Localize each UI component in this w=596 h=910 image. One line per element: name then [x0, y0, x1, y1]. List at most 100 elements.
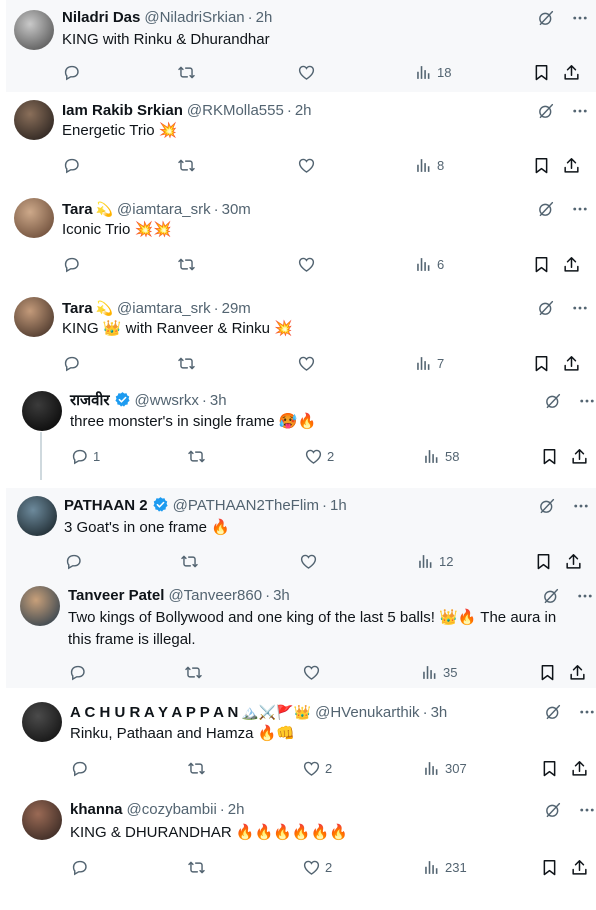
retweet-button[interactable] — [187, 446, 206, 466]
grok-icon[interactable] — [536, 298, 556, 318]
avatar[interactable] — [17, 496, 57, 536]
retweet-button[interactable] — [177, 254, 196, 274]
reply-button[interactable] — [62, 353, 81, 373]
more-icon[interactable] — [570, 8, 590, 28]
timestamp[interactable]: 1h — [330, 497, 347, 514]
share-button[interactable] — [562, 155, 581, 175]
reply-button[interactable] — [70, 758, 89, 778]
avatar[interactable] — [20, 586, 60, 626]
share-button[interactable] — [562, 62, 581, 82]
retweet-button[interactable] — [177, 353, 196, 373]
like-button[interactable] — [297, 62, 316, 82]
user-handle[interactable]: @cozybambii — [127, 801, 217, 818]
like-button[interactable] — [297, 155, 316, 175]
grok-icon[interactable] — [541, 586, 561, 606]
reply-button[interactable]: 1 — [70, 446, 100, 466]
views-button[interactable]: 231 — [422, 857, 467, 877]
bookmark-button[interactable] — [532, 155, 551, 175]
views-button[interactable]: 6 — [414, 254, 444, 274]
timestamp[interactable]: 2h — [295, 102, 312, 119]
share-button[interactable] — [562, 353, 581, 373]
display-name[interactable]: A C H U R A Y A P P A N — [70, 704, 238, 721]
user-handle[interactable]: @NiladriSrkian — [144, 9, 244, 26]
views-button[interactable]: 7 — [414, 353, 444, 373]
like-button[interactable] — [302, 662, 321, 682]
user-handle[interactable]: @iamtara_srk — [117, 300, 211, 317]
display-name[interactable]: khanna — [70, 801, 123, 818]
share-button[interactable] — [570, 857, 589, 877]
more-icon[interactable] — [570, 101, 590, 121]
like-button[interactable]: 2 — [302, 758, 332, 778]
grok-icon[interactable] — [536, 199, 556, 219]
retweet-button[interactable] — [177, 62, 196, 82]
like-button[interactable] — [297, 254, 316, 274]
grok-icon[interactable] — [543, 702, 563, 722]
more-icon[interactable] — [577, 702, 596, 722]
like-button[interactable] — [299, 551, 318, 571]
display-name[interactable]: PATHAAN 2 — [64, 497, 148, 514]
views-button[interactable]: 8 — [414, 155, 444, 175]
bookmark-button[interactable] — [540, 758, 559, 778]
bookmark-button[interactable] — [532, 254, 551, 274]
like-button[interactable]: 2 — [302, 857, 332, 877]
retweet-button[interactable] — [180, 551, 199, 571]
reply-button[interactable] — [70, 857, 89, 877]
views-button[interactable]: 12 — [416, 551, 453, 571]
bookmark-button[interactable] — [532, 353, 551, 373]
like-button[interactable] — [297, 353, 316, 373]
grok-icon[interactable] — [536, 8, 556, 28]
retweet-button[interactable] — [177, 155, 196, 175]
more-icon[interactable] — [577, 800, 596, 820]
reply-button[interactable] — [62, 254, 81, 274]
views-button[interactable]: 307 — [422, 758, 467, 778]
more-icon[interactable] — [571, 496, 591, 516]
bookmark-button[interactable] — [540, 857, 559, 877]
timestamp[interactable]: 2h — [256, 9, 273, 26]
retweet-button[interactable] — [184, 662, 203, 682]
display-name[interactable]: Tara — [62, 201, 93, 218]
views-button[interactable]: 35 — [420, 662, 457, 682]
timestamp[interactable]: 3h — [431, 704, 448, 721]
views-button[interactable]: 18 — [414, 62, 451, 82]
share-button[interactable] — [568, 662, 587, 682]
reply-button[interactable] — [62, 155, 81, 175]
timestamp[interactable]: 29m — [222, 300, 251, 317]
avatar[interactable] — [22, 391, 62, 431]
views-button[interactable]: 58 — [422, 446, 459, 466]
timestamp[interactable]: 3h — [210, 392, 227, 409]
user-handle[interactable]: @Tanveer860 — [168, 587, 262, 604]
retweet-button[interactable] — [187, 857, 206, 877]
more-icon[interactable] — [570, 298, 590, 318]
avatar[interactable] — [22, 800, 62, 840]
display-name[interactable]: Tara — [62, 300, 93, 317]
share-button[interactable] — [570, 446, 589, 466]
grok-icon[interactable] — [537, 496, 557, 516]
display-name[interactable]: Iam Rakib Srkian — [62, 102, 183, 119]
grok-icon[interactable] — [536, 101, 556, 121]
bookmark-button[interactable] — [538, 662, 557, 682]
more-icon[interactable] — [575, 586, 595, 606]
timestamp[interactable]: 30m — [222, 201, 251, 218]
reply-button[interactable] — [62, 62, 81, 82]
grok-icon[interactable] — [543, 391, 563, 411]
bookmark-button[interactable] — [532, 62, 551, 82]
more-icon[interactable] — [577, 391, 596, 411]
timestamp[interactable]: 2h — [228, 801, 245, 818]
user-handle[interactable]: @HVenukarthik — [315, 704, 419, 721]
avatar[interactable] — [14, 100, 54, 140]
bookmark-button[interactable] — [540, 446, 559, 466]
display-name[interactable]: Niladri Das — [62, 9, 140, 26]
display-name[interactable]: Tanveer Patel — [68, 587, 164, 604]
reply-button[interactable] — [64, 551, 83, 571]
more-icon[interactable] — [570, 199, 590, 219]
timestamp[interactable]: 3h — [273, 587, 290, 604]
share-button[interactable] — [570, 758, 589, 778]
avatar[interactable] — [14, 10, 54, 50]
user-handle[interactable]: @wwsrkx — [135, 392, 199, 409]
like-button[interactable]: 2 — [304, 446, 334, 466]
avatar[interactable] — [14, 297, 54, 337]
avatar[interactable] — [14, 198, 54, 238]
user-handle[interactable]: @PATHAAN2TheFlim — [173, 497, 319, 514]
display-name[interactable]: राजवीर — [70, 392, 110, 409]
bookmark-button[interactable] — [534, 551, 553, 571]
